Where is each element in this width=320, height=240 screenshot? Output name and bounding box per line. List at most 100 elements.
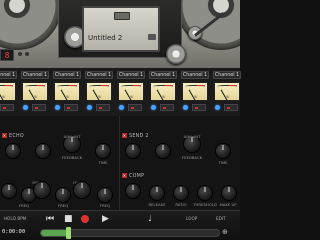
send2-feedback-knob[interactable]: [216, 144, 230, 158]
record-button[interactable]: [81, 215, 89, 223]
channel-label[interactable]: Channel 1: [0, 71, 17, 79]
vu-label: VU: [224, 95, 230, 99]
vu-meter: VU: [118, 82, 144, 101]
vu-meter: VU: [86, 82, 112, 101]
channel-switch[interactable]: [0, 104, 14, 111]
vu-label: VU: [160, 95, 166, 99]
hold-bpm-label[interactable]: HOLD BPM: [4, 216, 26, 221]
track-count-display[interactable]: 8: [0, 49, 14, 61]
channel-strip: Channel 1 VU Channel 1 VU Channel 1 VU C…: [0, 68, 242, 116]
eq-high-freq-knob[interactable]: [98, 188, 112, 202]
echo-input-knob[interactable]: [6, 144, 20, 158]
record-arm-icon[interactable]: [151, 105, 156, 110]
vu-label: VU: [192, 95, 198, 99]
record-arm-icon[interactable]: [215, 105, 220, 110]
channel[interactable]: Channel 1 VU: [148, 71, 178, 115]
channel-label[interactable]: Channel 1: [117, 71, 145, 79]
amount-label: AMOUNT: [63, 134, 81, 139]
vu-label: VU: [96, 95, 102, 99]
rewind-icon[interactable]: ⏮: [46, 214, 54, 224]
echo-time-knob[interactable]: [36, 144, 50, 158]
channel[interactable]: Channel 1 VU: [212, 71, 242, 115]
effects-divider: [119, 116, 120, 210]
vu-meter: VU: [182, 82, 208, 101]
comp-ratio-knob[interactable]: [174, 186, 188, 200]
send2-time-knob[interactable]: [156, 144, 170, 158]
ratio-label: RATIO: [175, 202, 187, 207]
channel[interactable]: Channel 1 VU: [116, 71, 146, 115]
song-edit-button[interactable]: [114, 12, 130, 20]
timeline-track[interactable]: [40, 227, 220, 239]
amount-label: AMOUNT: [183, 134, 201, 139]
send2-header: ✕ SEND 2: [122, 133, 149, 139]
close-icon[interactable]: ✕: [122, 133, 127, 138]
record-arm-icon[interactable]: [183, 105, 188, 110]
threshold-label: THRESHOLD: [193, 202, 217, 207]
record-arm-icon[interactable]: [87, 105, 92, 110]
song-title: Untitled 2: [88, 34, 123, 42]
channel[interactable]: Channel 1 VU: [52, 71, 82, 115]
channel-label[interactable]: Channel 1: [21, 71, 49, 79]
comp-threshold-knob[interactable]: [198, 186, 212, 200]
eq-low-knob[interactable]: [2, 184, 16, 198]
vu-label: VU: [64, 95, 70, 99]
channel-label[interactable]: Channel 1: [181, 71, 209, 79]
eq-mid-knob[interactable]: [34, 182, 50, 198]
freq-label: FREQ: [18, 203, 30, 208]
time-label: TIME: [218, 160, 228, 165]
channel-label[interactable]: Channel 1: [85, 71, 113, 79]
channel-label[interactable]: Channel 1: [149, 71, 177, 79]
eq-high-knob[interactable]: [74, 182, 90, 198]
comp-header: ✕ COMP: [122, 173, 144, 179]
song-display[interactable]: Untitled 2: [82, 6, 160, 52]
echo-title: ECHO: [9, 134, 24, 139]
close-icon[interactable]: ✕: [122, 173, 127, 178]
loop-button[interactable]: LOOP: [186, 216, 197, 221]
send2-input-knob[interactable]: [126, 144, 140, 158]
channel[interactable]: Channel 1 VU: [180, 71, 210, 115]
playhead[interactable]: [65, 227, 71, 239]
channel-switch[interactable]: [64, 104, 78, 111]
effects-panel: ✕ ECHO ✕ SEND 2 ✕ COMP AMOUNT FEEDBACK TIME…: [0, 116, 240, 210]
vu-meter: VU: [0, 82, 16, 101]
channel-switch[interactable]: [224, 104, 238, 111]
release-label: RELEASE: [148, 202, 166, 207]
stop-icon[interactable]: ■: [64, 214, 73, 224]
channel-label[interactable]: Channel 1: [213, 71, 241, 79]
vu-meter: VU: [150, 82, 176, 101]
play-icon[interactable]: ▶: [102, 214, 109, 224]
echo-feedback-knob[interactable]: [96, 144, 110, 158]
channel[interactable]: Channel 1 VU: [0, 71, 18, 115]
channel-switch[interactable]: [160, 104, 174, 111]
vu-label: VU: [128, 95, 134, 99]
record-arm-icon[interactable]: [119, 105, 124, 110]
comp-attack-knob[interactable]: [126, 184, 140, 198]
channel-switch[interactable]: [32, 104, 46, 111]
tape-deck: Untitled 2 8: [0, 0, 240, 68]
channel[interactable]: Channel 1 VU: [84, 71, 114, 115]
record-arm-icon[interactable]: [55, 105, 60, 110]
edit-button[interactable]: EDIT: [216, 216, 226, 221]
record-arm-icon[interactable]: [23, 105, 28, 110]
time-label: TIME: [98, 160, 108, 165]
feedback-label: FEEDBACK: [181, 155, 203, 160]
comp-release-knob[interactable]: [150, 186, 164, 200]
channel-label[interactable]: Channel 1: [53, 71, 81, 79]
channel-switch[interactable]: [96, 104, 110, 111]
transport-bar: HOLD BPM ⏮ ■ ▶ ♩ LOOP EDIT 0:00:00 ⊕: [0, 210, 240, 240]
channel[interactable]: Channel 1 VU: [20, 71, 50, 115]
echo-header: ✕ ECHO: [2, 133, 24, 139]
vu-label: VU: [32, 95, 38, 99]
song-menu-button[interactable]: [148, 34, 156, 40]
zoom-icon[interactable]: ⊕: [222, 228, 228, 236]
channel-switch[interactable]: [128, 104, 142, 111]
comp-makeup-knob[interactable]: [222, 186, 236, 200]
channel-switch[interactable]: [192, 104, 206, 111]
comp-title: COMP: [129, 174, 145, 179]
eq-mid-freq-knob[interactable]: [56, 188, 70, 202]
metronome-icon[interactable]: ♩: [148, 214, 152, 224]
send2-title: SEND 2: [129, 134, 149, 139]
close-icon[interactable]: ✕: [2, 133, 7, 138]
right-tape-guide: [166, 44, 186, 64]
vu-label: VU: [0, 95, 6, 99]
